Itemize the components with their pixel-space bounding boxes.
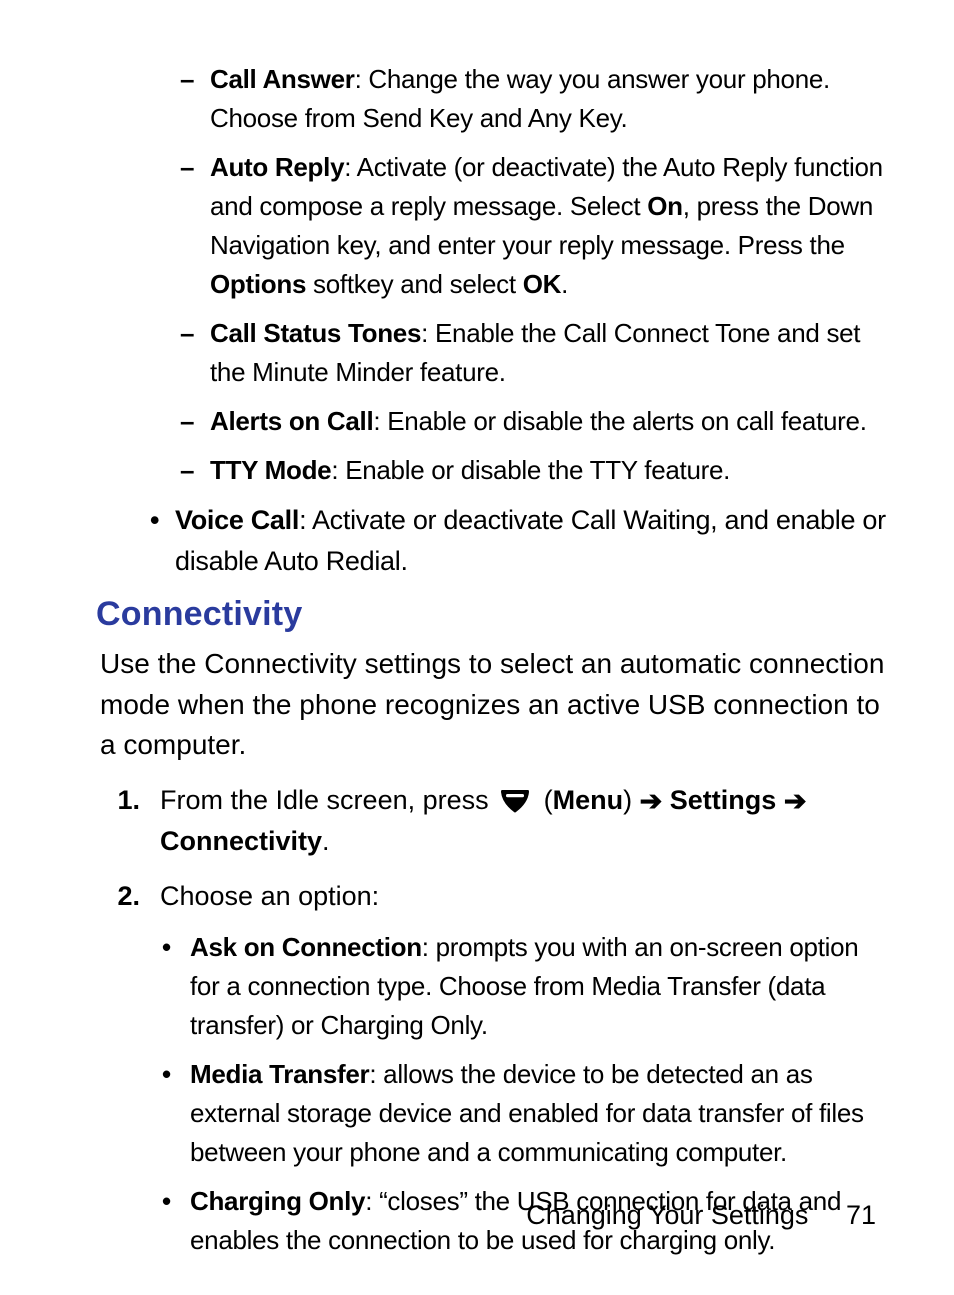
item-text: OK [523,269,561,299]
dash-sublist: Call Answer: Change the way you answer y… [100,60,894,490]
list-item: Call Status Tones: Enable the Call Conne… [180,314,894,392]
item-label: Call Answer [210,64,355,94]
item-text: . [561,269,568,299]
list-item: Call Answer: Change the way you answer y… [180,60,894,138]
page-footer: Changing Your Settings 71 [526,1200,876,1231]
item-text: : Enable or disable the alerts on call f… [373,406,866,436]
list-item: Alerts on Call: Enable or disable the al… [180,402,894,441]
item-label: Alerts on Call [210,406,373,436]
menu-key-icon [500,784,530,808]
after-menu: ) [623,785,640,815]
item-label: TTY Mode [210,455,331,485]
item-text: : Enable or disable the TTY feature. [331,455,730,485]
item-label: Ask on Connection [190,932,422,962]
numbered-steps: From the Idle screen, press (Menu) ➔ Set… [100,780,894,1261]
menu-label: Menu [553,785,624,815]
list-item: TTY Mode: Enable or disable the TTY feat… [180,451,894,490]
section-heading-connectivity: Connectivity [96,595,894,634]
step-text: From the Idle screen, press [160,785,496,815]
voice-call-list: Voice Call: Activate or deactivate Call … [100,500,894,581]
period: . [322,826,330,856]
settings-label: Settings [670,785,777,815]
list-item: Voice Call: Activate or deactivate Call … [150,500,894,581]
item-text: softkey and select [306,269,523,299]
item-label: Auto Reply [210,152,344,182]
list-item: Media Transfer: allows the device to be … [162,1055,894,1172]
item-text: On [647,191,683,221]
item-label: Charging Only [190,1186,365,1216]
item-label: Voice Call [175,505,299,535]
step-1: From the Idle screen, press (Menu) ➔ Set… [100,780,894,862]
list-item: Auto Reply: Activate (or deactivate) the… [180,148,894,304]
step-text: Choose an option: [160,881,379,911]
page-number: 71 [846,1200,876,1231]
paren-open: ( [536,785,553,815]
chapter-title: Changing Your Settings [526,1200,808,1230]
connectivity-label: Connectivity [160,826,322,856]
list-item: Ask on Connection: prompts you with an o… [162,928,894,1045]
item-label: Call Status Tones [210,318,421,348]
manual-page: Call Answer: Change the way you answer y… [0,0,954,1295]
item-label: Media Transfer [190,1059,369,1089]
intro-paragraph: Use the Connectivity settings to select … [100,644,894,766]
arrow-icon: ➔ [640,781,663,822]
arrow-icon: ➔ [784,781,807,822]
item-text: Options [210,269,306,299]
